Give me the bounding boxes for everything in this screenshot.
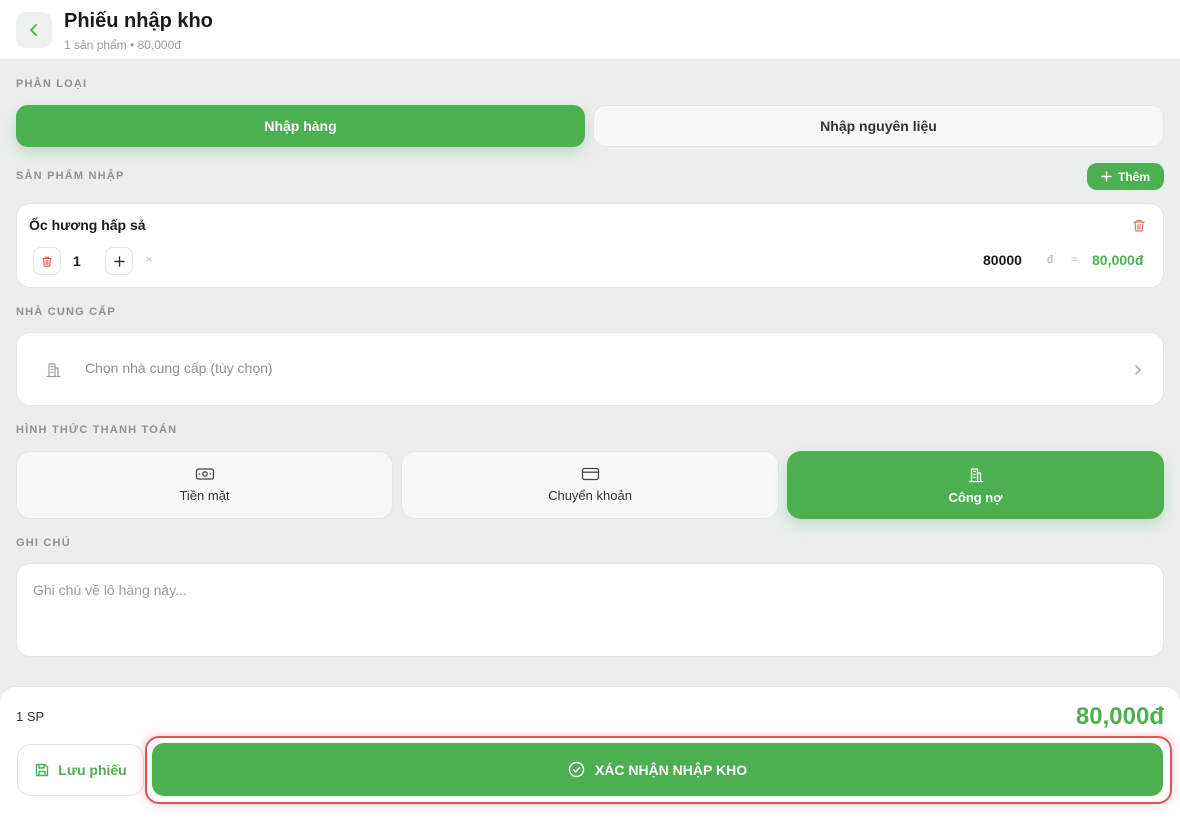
save-draft-label: Lưu phiếu xyxy=(58,762,127,778)
save-icon xyxy=(36,763,49,777)
remove-product-button[interactable] xyxy=(1132,218,1146,238)
save-draft-button[interactable]: Lưu phiếu xyxy=(17,744,144,796)
check-circle-icon xyxy=(568,761,585,778)
header: Phiếu nhập kho 1 sản phẩm • 80,000đ xyxy=(0,0,1180,60)
trash-icon xyxy=(42,256,52,267)
add-product-button[interactable]: Thêm xyxy=(1087,163,1164,190)
page-title: Phiếu nhập kho xyxy=(64,10,213,32)
plus-icon xyxy=(1101,171,1112,182)
note-placeholder: Ghi chú về lô hàng này... xyxy=(33,582,187,598)
chevron-left-icon xyxy=(30,24,37,36)
building-icon xyxy=(968,467,983,482)
plus-icon xyxy=(113,255,125,267)
times-sign: × xyxy=(146,254,153,266)
total-amount: 80,000đ xyxy=(1075,703,1164,730)
cash-icon xyxy=(195,468,214,480)
product-name: Ốc hương hấp sả xyxy=(29,217,146,233)
line-subtotal: 80,000đ xyxy=(1092,252,1144,268)
unit-price-input[interactable]: 80000 xyxy=(983,252,1022,268)
trash-icon xyxy=(1133,219,1145,232)
footer-bar: 1 SP 80,000đ Lưu phiếu XÁC NHẬN NHẬP KHO xyxy=(0,686,1180,820)
credit-card-icon xyxy=(581,467,599,481)
payment-option-label: Công nợ xyxy=(948,489,1003,505)
payment-option-cash[interactable]: Tiền mặt xyxy=(16,451,393,519)
supplier-select[interactable]: Chọn nhà cung cấp (tùy chọn) xyxy=(16,332,1164,406)
decrease-quantity-button[interactable] xyxy=(33,247,61,275)
back-button[interactable] xyxy=(16,12,52,48)
supplier-placeholder: Chọn nhà cung cấp (tùy chọn) xyxy=(85,360,273,376)
page-subtitle: 1 sản phẩm • 80,000đ xyxy=(64,38,181,52)
item-count: 1 SP xyxy=(16,709,45,724)
confirm-import-label: XÁC NHẬN NHẬP KHO xyxy=(594,761,748,778)
category-option-nhap-nguyen-lieu[interactable]: Nhập nguyên liệu xyxy=(593,105,1164,147)
building-icon xyxy=(45,361,62,383)
payment-option-debt[interactable]: Công nợ xyxy=(787,451,1164,519)
confirm-import-button[interactable]: XÁC NHẬN NHẬP KHO xyxy=(152,743,1163,796)
products-label: SẢN PHẨM NHẬP xyxy=(16,170,125,182)
add-product-label: Thêm xyxy=(1117,169,1150,184)
chevron-right-icon xyxy=(1133,363,1143,381)
payment-option-label: Chuyển khoản xyxy=(548,488,632,503)
currency-symbol: đ xyxy=(1047,254,1054,266)
note-label: GHI CHÚ xyxy=(16,537,71,549)
equals-sign: = xyxy=(1071,254,1078,266)
category-label: PHÂN LOẠI xyxy=(16,78,88,90)
note-textarea[interactable]: Ghi chú về lô hàng này... xyxy=(16,563,1164,657)
payment-label: HÌNH THỨC THANH TOÁN xyxy=(16,424,178,436)
payment-option-transfer[interactable]: Chuyển khoản xyxy=(401,451,779,519)
supplier-label: NHÀ CUNG CẤP xyxy=(16,306,116,318)
payment-option-label: Tiền mặt xyxy=(179,488,230,503)
increase-quantity-button[interactable] xyxy=(105,247,133,275)
quantity-value[interactable]: 1 xyxy=(73,253,81,269)
product-card: Ốc hương hấp sả 1 × 80000 đ = 80,000đ xyxy=(16,203,1164,288)
category-option-nhap-hang[interactable]: Nhập hàng xyxy=(16,105,585,147)
